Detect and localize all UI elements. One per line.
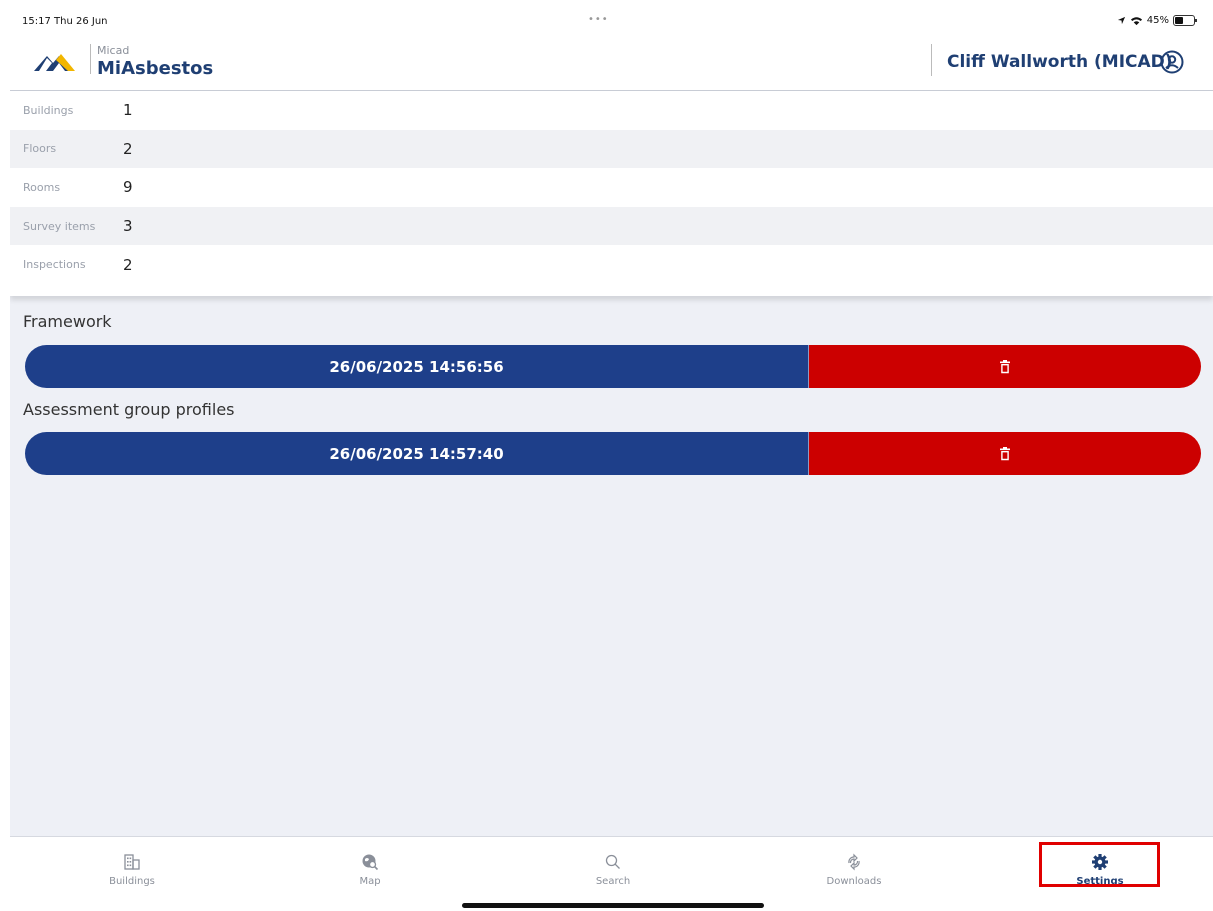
section-title-framework: Framework (23, 312, 112, 331)
stat-row-inspections: Inspections 2 (10, 245, 1213, 284)
stat-value: 2 (123, 139, 133, 158)
battery-percent: 45% (1146, 15, 1169, 26)
stat-label: Rooms (23, 180, 61, 194)
stat-value: 3 (123, 217, 133, 236)
stats-panel: Buildings 1 Floors 2 Rooms 9 Survey item… (10, 91, 1213, 296)
download-row-framework: 26/06/2025 14:56:56 (25, 345, 1201, 388)
stat-value: 1 (123, 101, 133, 120)
status-bar: 15:17 Thu 26 Jun ••• 45% (10, 10, 1213, 36)
tab-downloads[interactable]: Downloads (794, 851, 914, 887)
sync-icon (848, 853, 860, 871)
app-header: Micad MiAsbestos Cliff Wallworth (MICAD) (10, 36, 1213, 91)
tab-map[interactable]: Map (310, 851, 430, 887)
bottom-tab-bar: Buildings Map Search Downloads Settings (10, 836, 1213, 911)
status-indicators: 45% (1117, 15, 1197, 26)
download-timestamp-button[interactable]: 26/06/2025 14:56:56 (25, 345, 809, 388)
settings-highlight-box (1039, 842, 1160, 887)
user-divider (931, 44, 932, 76)
wifi-icon (1130, 16, 1142, 25)
user-name[interactable]: Cliff Wallworth (MICAD) (947, 52, 1173, 72)
tab-label: Downloads (826, 876, 882, 887)
battery-icon (1173, 15, 1197, 26)
tab-buildings[interactable]: Buildings (72, 851, 192, 887)
map-icon (362, 854, 379, 871)
brand-app-name: MiAsbestos (97, 58, 214, 79)
brand-company: Micad (97, 44, 130, 57)
stat-row-rooms: Rooms 9 (10, 168, 1213, 207)
download-row-assessment-group-profiles: 26/06/2025 14:57:40 (25, 432, 1201, 475)
trash-icon (1000, 359, 1010, 373)
stat-label: Floors (23, 142, 57, 156)
delete-button[interactable] (809, 345, 1201, 388)
delete-button[interactable] (809, 432, 1201, 475)
stat-row-floors: Floors 2 (10, 129, 1213, 169)
app-screen: 15:17 Thu 26 Jun ••• 45% Micad MiAsbesto… (10, 10, 1213, 911)
stat-label: Survey items (23, 219, 96, 233)
micad-logo (34, 54, 75, 71)
user-account-icon[interactable] (1160, 50, 1184, 74)
stat-label: Buildings (23, 103, 74, 117)
tab-search[interactable]: Search (553, 851, 673, 887)
tab-label: Map (359, 876, 381, 887)
tab-label: Search (595, 876, 631, 887)
stat-row-buildings: Buildings 1 (10, 91, 1213, 130)
stat-row-survey-items: Survey items 3 (10, 206, 1213, 246)
multitask-dots[interactable]: ••• (588, 14, 609, 25)
trash-icon (1000, 446, 1010, 460)
home-indicator[interactable] (462, 903, 764, 908)
location-icon (1117, 16, 1125, 25)
tab-label: Buildings (109, 876, 155, 887)
stat-label: Inspections (23, 258, 86, 272)
download-timestamp-button[interactable]: 26/06/2025 14:57:40 (25, 432, 809, 475)
stat-value: 9 (123, 178, 133, 197)
logo-divider (90, 44, 91, 74)
building-icon (124, 854, 140, 870)
search-icon (605, 854, 620, 869)
stat-value: 2 (123, 255, 133, 274)
status-time: 15:17 Thu 26 Jun (22, 16, 108, 27)
section-title-assessment-group-profiles: Assessment group profiles (23, 400, 235, 419)
